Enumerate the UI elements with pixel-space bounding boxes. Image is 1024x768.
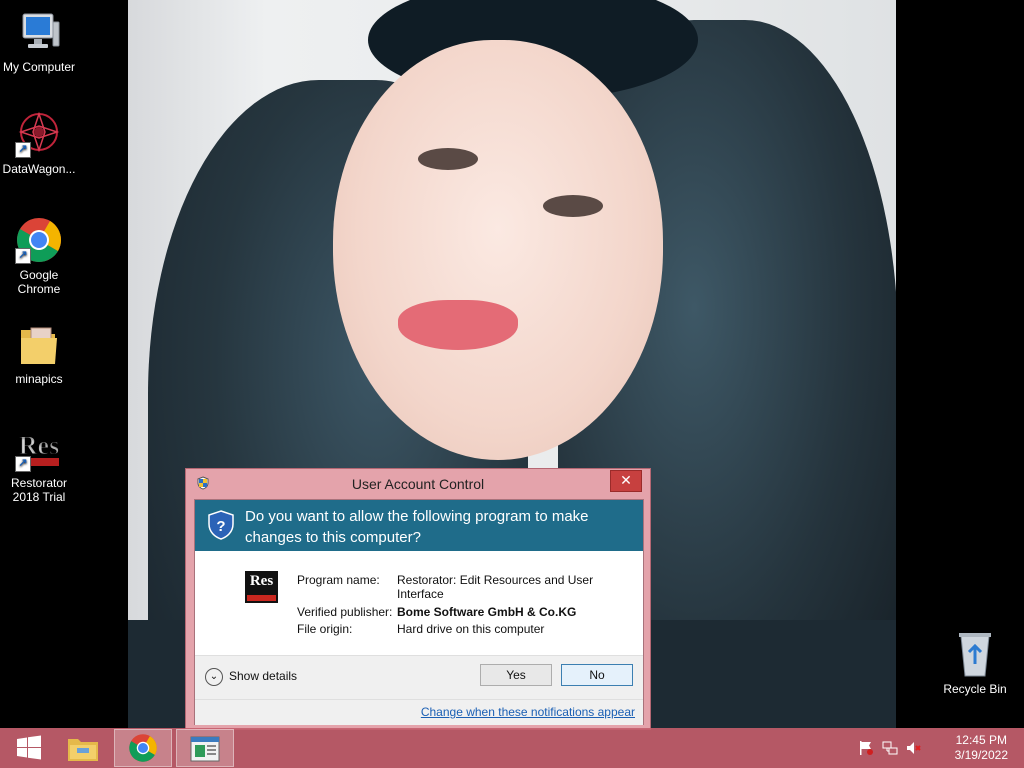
desktop-icon-datawagon[interactable]: ↗ DataWagon...: [0, 110, 78, 176]
shortcut-arrow-icon: ↗: [15, 456, 31, 472]
desktop-icon-my-computer[interactable]: My Computer: [0, 8, 78, 74]
taskbar-file-explorer[interactable]: [54, 729, 112, 767]
uac-app-icon: [190, 736, 220, 762]
publisher-row: Verified publisher: Bome Software GmbH & …: [297, 605, 597, 619]
folder-icon: [15, 320, 63, 368]
clock-time: 12:45 PM: [955, 733, 1007, 747]
action-center-flag-icon[interactable]: [858, 740, 874, 756]
datawagon-icon: ↗: [15, 110, 63, 158]
shortcut-arrow-icon: ↗: [15, 248, 31, 264]
program-name-row: Program name: Restorator: Edit Resources …: [297, 573, 597, 601]
desktop-icon-label: Restorator 2018 Trial: [10, 476, 68, 504]
program-info: Res Program name: Restorator: Edit Resour…: [195, 551, 643, 655]
clock-date: 3/19/2022: [954, 748, 1008, 762]
shortcut-arrow-icon: ↗: [15, 142, 31, 158]
desktop-icon-google-chrome[interactable]: ↗ Google Chrome: [0, 216, 78, 296]
desktop-icon-restorator[interactable]: Res ↗ Restorator 2018 Trial: [0, 424, 78, 505]
publisher-value: Bome Software GmbH & Co.KG: [397, 605, 577, 619]
chrome-icon: ↗: [15, 216, 63, 264]
desktop-icon-label: DataWagon...: [2, 162, 76, 176]
restorator-app-icon: Res: [245, 571, 278, 603]
desktop-icon-recycle-bin[interactable]: Recycle Bin: [936, 630, 1014, 696]
taskbar: 12:45 PM 3/19/2022: [0, 728, 1024, 768]
network-icon[interactable]: [882, 740, 898, 756]
question-text: Do you want to allow the following progr…: [245, 508, 589, 546]
desktop-icon-label: Google Chrome: [17, 268, 61, 296]
desktop-icon-label: My Computer: [2, 60, 76, 74]
start-button[interactable]: [0, 729, 58, 767]
chrome-icon: [129, 734, 157, 762]
publisher-label: Verified publisher:: [297, 605, 393, 619]
show-details-toggle[interactable]: ⌄ Show details: [205, 668, 297, 686]
file-origin-row: File origin: Hard drive on this computer: [297, 622, 597, 636]
restorator-icon: Res ↗: [15, 424, 63, 472]
dialog-title: User Account Control: [351, 476, 485, 492]
desktop-icon-label: Recycle Bin: [943, 682, 1007, 696]
volume-muted-icon[interactable]: [906, 740, 922, 756]
show-details-label: Show details: [229, 669, 298, 684]
change-notifications-link[interactable]: Change when these notifications appear: [421, 705, 635, 719]
help-shield-icon: ?: [208, 510, 234, 540]
computer-icon: [15, 8, 63, 56]
file-origin-value: Hard drive on this computer: [397, 622, 545, 636]
svg-text:?: ?: [216, 518, 225, 535]
dialog-body: ? Do you want to allow the following pro…: [194, 499, 644, 725]
desktop-icon-minapics[interactable]: minapics: [0, 320, 78, 386]
no-button[interactable]: No: [561, 664, 633, 686]
windows-start-icon: [17, 735, 41, 760]
file-explorer-icon: [68, 739, 98, 761]
close-button[interactable]: ✕: [610, 470, 642, 492]
desktop-icon-label: minapics: [15, 372, 63, 386]
question-banner: ? Do you want to allow the following pro…: [195, 500, 643, 551]
taskbar-uac-window[interactable]: [176, 729, 234, 767]
taskbar-clock[interactable]: 12:45 PM 3/19/2022: [955, 733, 1008, 763]
chevron-down-icon: ⌄: [205, 668, 223, 686]
uac-shield-icon: [197, 476, 209, 490]
uac-dialog: User Account Control ✕ ? Do you want to …: [185, 468, 651, 730]
yes-button[interactable]: Yes: [480, 664, 552, 686]
dialog-footer: Change when these notifications appear: [195, 699, 643, 725]
file-origin-label: File origin:: [297, 622, 353, 636]
program-name-value: Restorator: Edit Resources and User Inte…: [397, 573, 594, 601]
recycle-bin-icon: [951, 630, 999, 678]
dialog-titlebar[interactable]: User Account Control ✕: [186, 469, 650, 497]
program-name-label: Program name:: [297, 573, 380, 587]
system-tray: 12:45 PM 3/19/2022: [854, 728, 1024, 768]
dialog-actions: ⌄ Show details Yes No: [195, 655, 643, 699]
taskbar-chrome[interactable]: [114, 729, 172, 767]
